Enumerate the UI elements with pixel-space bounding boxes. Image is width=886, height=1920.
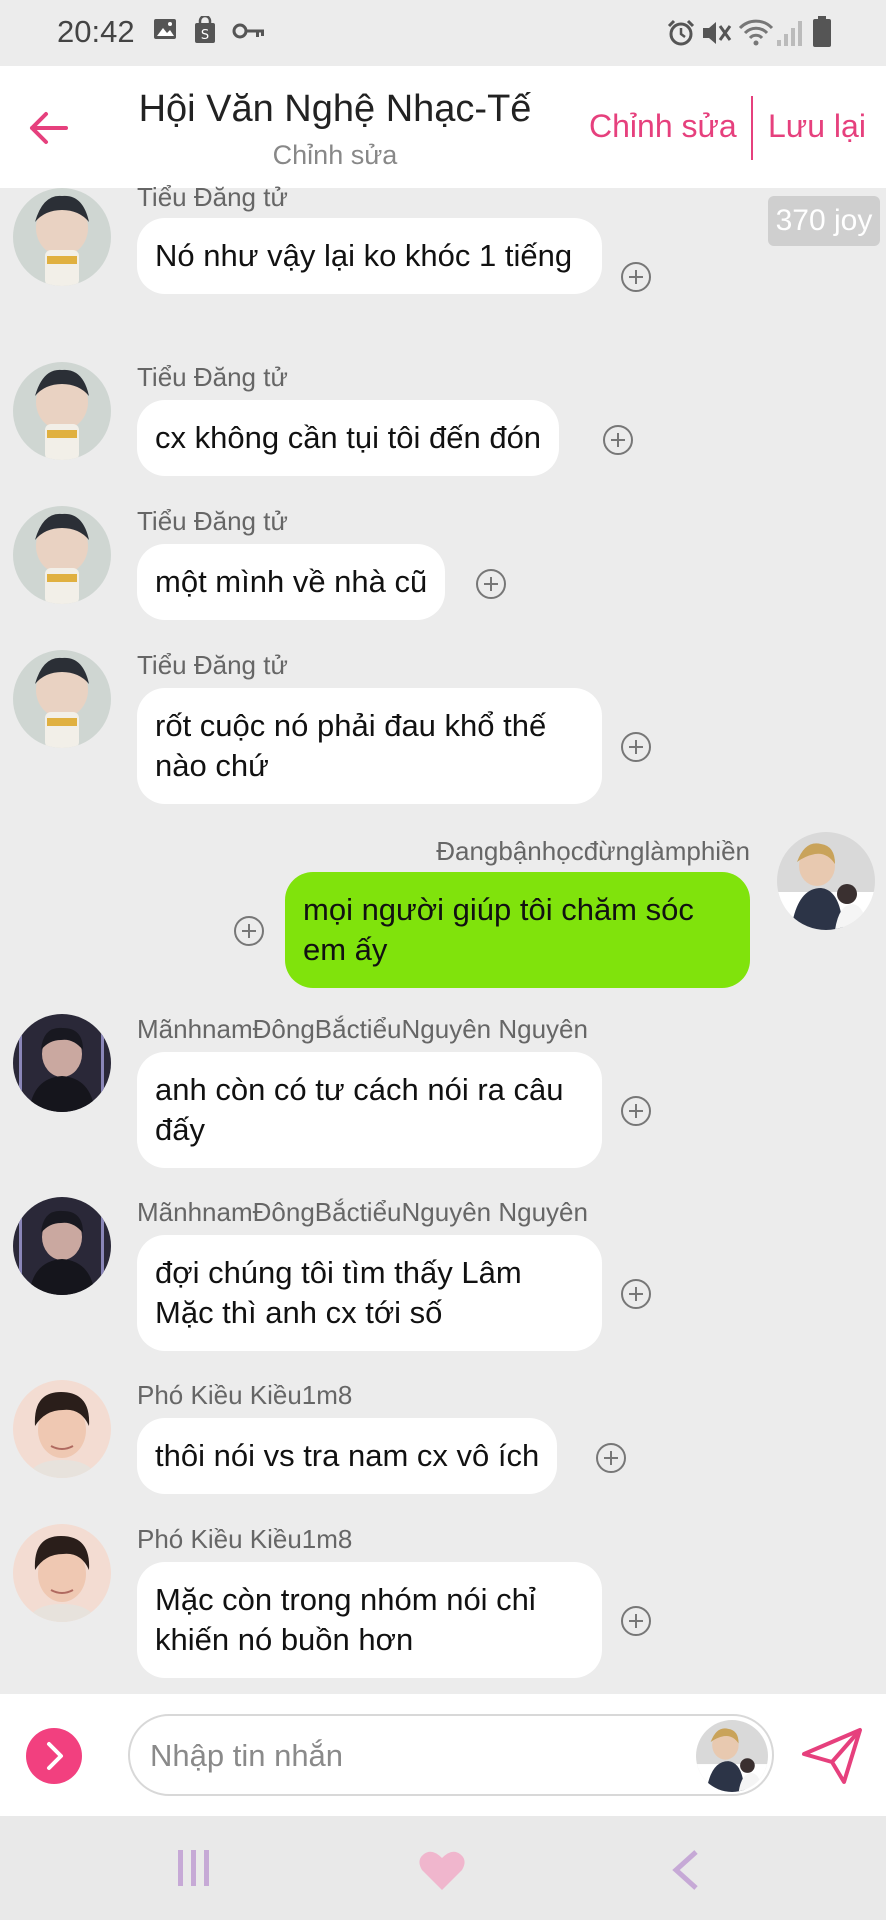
add-reaction-icon[interactable] [621,1606,651,1636]
save-button[interactable]: Lưu lại [768,108,866,145]
identity-avatar[interactable] [696,1720,768,1792]
sender-name: Phó Kiều Kiều1m8 [137,1380,353,1410]
message-bubble[interactable]: rốt cuộc nó phải đau khổ thế nào chứ [137,688,602,804]
heart-home-icon[interactable] [418,1848,466,1897]
svg-text:S: S [201,28,209,43]
message-bubble[interactable]: thôi nói vs tra nam cx vô ích [137,1418,558,1494]
add-reaction-icon[interactable] [476,569,506,599]
avatar[interactable] [13,506,111,604]
message-bubble[interactable]: Nó như vậy lại ko khóc 1 tiếng [137,218,602,294]
chevron-right-icon [47,1742,63,1770]
avatar[interactable] [13,1380,111,1478]
message-bubble[interactable]: Mặc còn trong nhóm nói chỉ khiến nó buồn… [137,1562,602,1678]
chat-header: Hội Văn Nghệ Nhạc-Tế Chỉnh sửa Chỉnh sửa… [0,66,886,188]
sender-name: MãnhnamĐôngBắctiểuNguyên Nguyên [137,1014,588,1044]
sender-name: Tiểu Đăng tử [137,650,288,680]
add-reaction-icon[interactable] [621,262,651,292]
expand-button[interactable] [26,1728,82,1784]
group-subtitle: Chỉnh sửa [272,140,398,170]
sender-name: Tiểu Đăng tử [137,182,288,212]
add-reaction-icon[interactable] [621,732,651,762]
sender-name: Tiểu Đăng tử [137,362,288,392]
header-divider [751,96,753,160]
avatar[interactable] [777,832,875,930]
add-reaction-icon[interactable] [234,916,264,946]
joy-badge: 370 joy [768,196,880,246]
group-title: Hội Văn Nghệ Nhạc-Tế [138,88,532,130]
avatar[interactable] [13,188,111,286]
edit-button[interactable]: Chỉnh sửa [589,108,737,145]
shopping-bag-icon: S [193,14,217,49]
key-icon [232,22,266,45]
alarm-icon [666,18,696,53]
message-bubble[interactable]: đợi chúng tôi tìm thấy Lâm Mặc thì anh c… [137,1235,602,1351]
message-bubble[interactable]: cx không cần tụi tôi đến đón [137,400,560,476]
wifi-icon [738,18,774,53]
message-bubble[interactable]: mọi người giúp tôi chăm sóc em ấy [285,872,750,988]
battery-icon [812,16,832,53]
add-reaction-icon[interactable] [621,1279,651,1309]
message-input-box[interactable] [128,1714,774,1796]
status-time: 20:42 [57,14,135,49]
status-bar: 20:42 S [0,0,886,66]
message-composer [0,1694,886,1816]
message-bubble[interactable]: một mình về nhà cũ [137,544,446,620]
add-reaction-icon[interactable] [603,425,633,455]
recent-apps-icon[interactable] [174,1848,214,1893]
message-bubble[interactable]: anh còn có tư cách nói ra câu đấy [137,1052,602,1168]
avatar[interactable] [13,1197,111,1295]
avatar[interactable] [13,1014,111,1112]
sender-name: MãnhnamĐôngBắctiểuNguyên Nguyên [137,1197,588,1227]
avatar[interactable] [13,650,111,748]
add-reaction-icon[interactable] [621,1096,651,1126]
message-input[interactable] [150,1734,670,1778]
sender-name: Phó Kiều Kiều1m8 [137,1524,353,1554]
sender-name: Đangbậnhọcđừnglàmphiền [436,836,750,866]
system-nav-bar [0,1816,886,1920]
add-reaction-icon[interactable] [596,1443,626,1473]
avatar[interactable] [13,362,111,460]
send-icon[interactable] [800,1724,864,1788]
back-icon[interactable] [670,1848,700,1897]
mute-icon [700,18,732,53]
gallery-icon [152,16,178,47]
signal-icon [775,18,805,53]
sender-name: Tiểu Đăng tử [137,506,288,536]
avatar[interactable] [13,1524,111,1622]
